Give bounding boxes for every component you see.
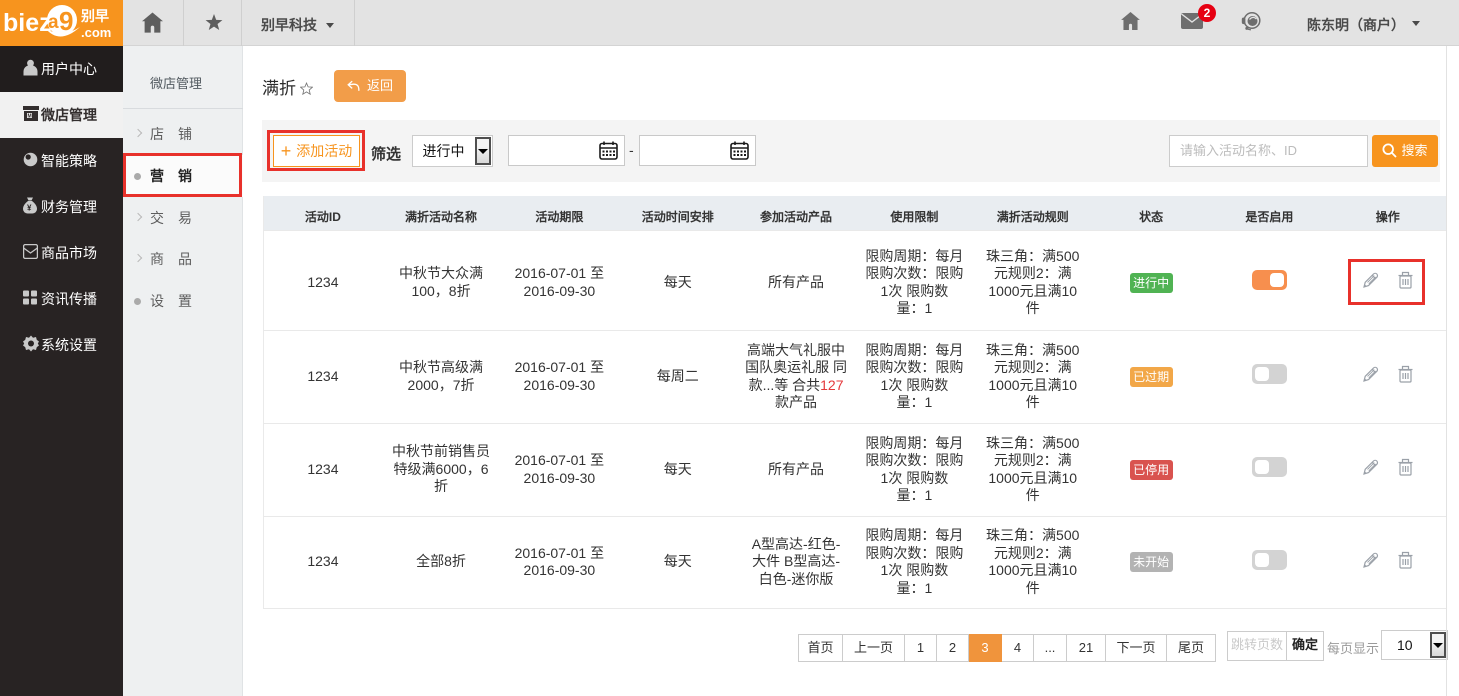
svg-text:¥: ¥ (27, 204, 32, 213)
svg-text:别早: 别早 (80, 8, 109, 24)
svg-text:biez: biez (3, 9, 52, 37)
svg-text:a: a (48, 12, 59, 33)
svg-text:.com: .com (81, 25, 111, 40)
svg-text:M: M (28, 114, 32, 120)
